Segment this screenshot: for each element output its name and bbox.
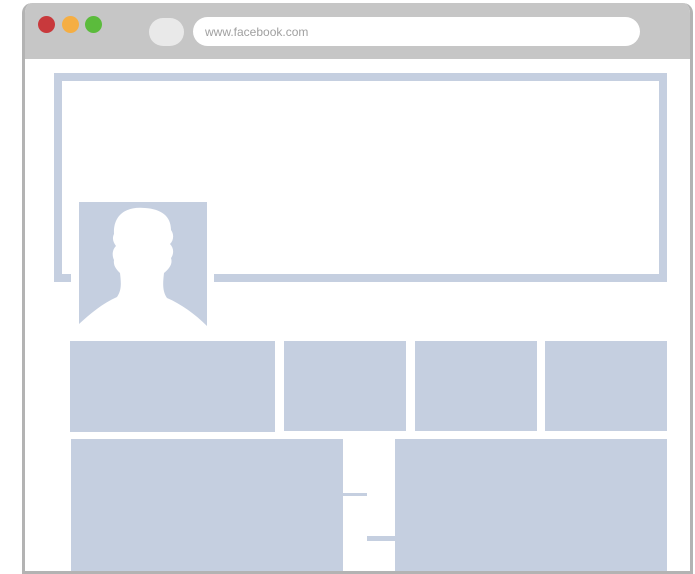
url-text: www.facebook.com [205, 25, 309, 39]
info-panel[interactable] [70, 341, 275, 432]
timeline-connector-left [343, 493, 367, 496]
photo-tile-1[interactable] [284, 341, 406, 431]
user-silhouette-icon [79, 207, 207, 328]
address-bar[interactable]: www.facebook.com [193, 17, 640, 46]
profile-picture[interactable] [79, 202, 207, 328]
back-button[interactable] [149, 18, 184, 46]
timeline-post-left[interactable] [71, 439, 343, 571]
page-content [25, 59, 690, 571]
close-window-button[interactable] [38, 16, 55, 33]
timeline-connector-right [367, 536, 395, 541]
browser-window: www.facebook.com [22, 3, 693, 574]
browser-titlebar: www.facebook.com [25, 3, 690, 59]
maximize-window-button[interactable] [85, 16, 102, 33]
timeline-post-right[interactable] [395, 439, 667, 571]
photo-tile-2[interactable] [415, 341, 537, 431]
photo-tile-3[interactable] [545, 341, 667, 431]
minimize-window-button[interactable] [62, 16, 79, 33]
profile-picture-frame [71, 196, 214, 332]
